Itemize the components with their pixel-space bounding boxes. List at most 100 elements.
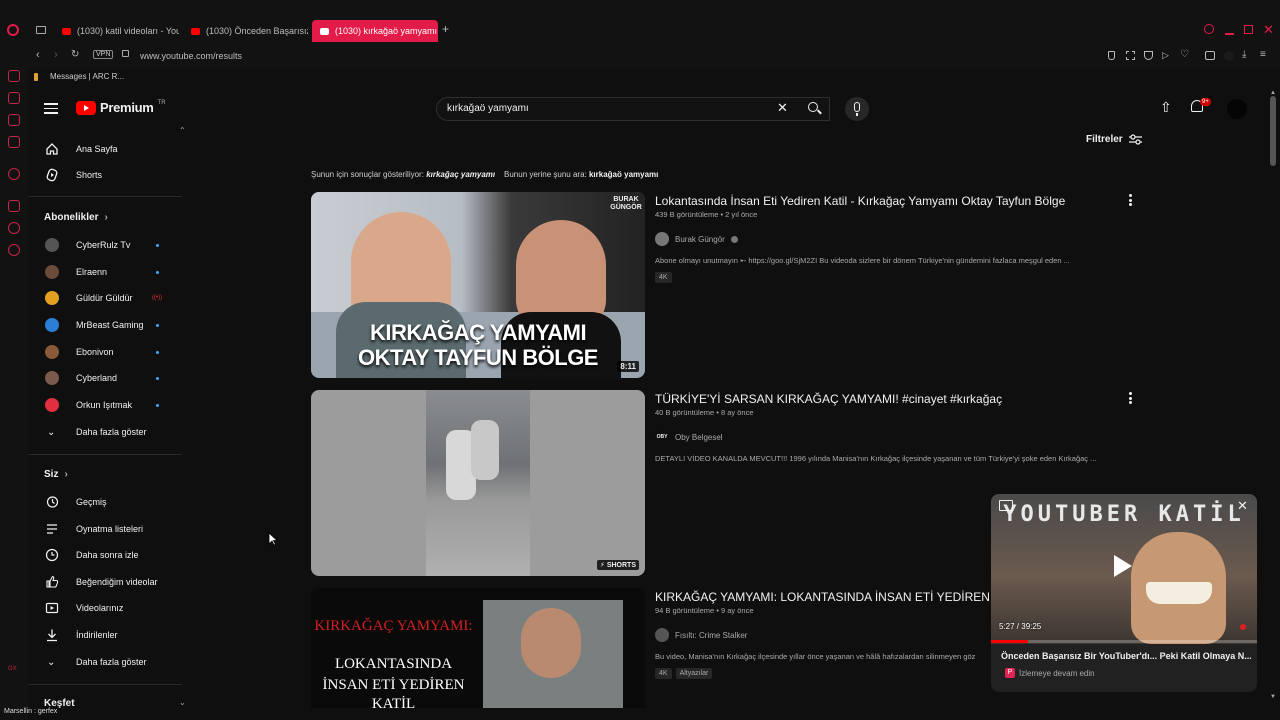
lock-icon[interactable] bbox=[122, 50, 129, 57]
video-thumbnail[interactable]: KIRKAĞAÇ YAMYAMI: LOKANTASINDA İNSAN ETİ… bbox=[311, 588, 645, 708]
forward-icon[interactable]: › bbox=[54, 49, 58, 61]
video-title[interactable]: Lokantasında İnsan Eti Yediren Katil - K… bbox=[655, 194, 1065, 208]
search-tabs-icon[interactable] bbox=[1204, 24, 1214, 34]
sidebar-item-shorts[interactable]: Shorts bbox=[28, 162, 178, 188]
opera-games-icon[interactable] bbox=[8, 114, 20, 126]
player-icon[interactable]: ▷ bbox=[1162, 50, 1169, 61]
subscriptions-heading-label: Abonelikler bbox=[44, 212, 99, 223]
tab-kirkagao-yamyami[interactable]: (1030) kırkağaö yamyamı bbox=[312, 20, 438, 42]
easy-setup-icon[interactable]: ≡ bbox=[1260, 49, 1266, 60]
continue-watching[interactable]: P İzlemeye devam edin bbox=[1005, 668, 1095, 678]
sidebar-sub-cyberland[interactable]: Cyberland bbox=[28, 365, 178, 391]
search-button[interactable] bbox=[800, 97, 830, 121]
play-icon[interactable] bbox=[1114, 555, 1132, 577]
sidebar-item-your-videos[interactable]: Videolarınız bbox=[28, 595, 178, 621]
live-indicator-icon: ((•)) bbox=[152, 295, 163, 301]
subscriptions-heading[interactable]: Abonelikler › bbox=[44, 212, 108, 223]
channel-link[interactable]: Fısıltı: Crime Stalker bbox=[655, 628, 747, 642]
sidebar-item-playlists[interactable]: Oynatma listeleri bbox=[28, 516, 178, 542]
sidebar-label: Daha fazla göster bbox=[76, 657, 147, 667]
spelling-correction: Şunun için sonuçlar gösteriliyor: kırkağ… bbox=[311, 170, 658, 179]
sidebar-label: Elraenn bbox=[76, 267, 108, 277]
maximize-icon[interactable] bbox=[1244, 25, 1253, 34]
sidebar-item-downloads[interactable]: İndirilenler bbox=[28, 622, 178, 648]
minimize-icon[interactable] bbox=[1225, 33, 1234, 35]
opera-home-icon[interactable] bbox=[8, 70, 20, 82]
more-actions-icon[interactable] bbox=[1129, 392, 1133, 404]
new-tab-icon[interactable]: + bbox=[442, 22, 449, 36]
hamburger-menu-icon[interactable] bbox=[44, 103, 58, 114]
opera-news-icon[interactable] bbox=[8, 136, 20, 148]
sidebar-label: Ana Sayfa bbox=[76, 144, 118, 154]
voice-search-button[interactable] bbox=[845, 97, 869, 121]
tab-onceden-basarisiz[interactable]: (1030) Önceden Başarısız bbox=[183, 20, 308, 42]
account-avatar[interactable] bbox=[1227, 99, 1247, 119]
opera-settings-icon[interactable] bbox=[8, 244, 20, 256]
sidebar-item-liked-videos[interactable]: Beğendiğim videolar bbox=[28, 569, 178, 595]
sidebar-item-watch-later[interactable]: Daha sonra izle bbox=[28, 542, 178, 568]
channel-link[interactable]: OBY Oby Belgesel bbox=[655, 430, 723, 444]
back-icon[interactable]: ‹ bbox=[36, 49, 40, 61]
scroll-up-arrow-icon[interactable]: ▲ bbox=[1270, 90, 1276, 96]
clear-search-icon[interactable]: ✕ bbox=[777, 100, 788, 116]
opera-apps-icon[interactable] bbox=[8, 200, 20, 212]
url-text[interactable]: www.youtube.com/results bbox=[140, 51, 242, 61]
thumbnail-text-4: KATİL bbox=[371, 696, 416, 708]
show-more-you[interactable]: ⌄ Daha fazla göster bbox=[28, 649, 178, 675]
scroll-down-icon[interactable]: ⌄ bbox=[179, 698, 186, 707]
filters-button[interactable]: Filtreler bbox=[1086, 134, 1142, 145]
sidebar-item-history[interactable]: Geçmiş bbox=[28, 489, 178, 515]
shield-icon[interactable] bbox=[1144, 51, 1153, 60]
profile-icon[interactable] bbox=[1224, 51, 1234, 61]
miniplayer[interactable]: YOUTUBER KATİL ✕ 5:27 / 39:25 Önceden Ba… bbox=[991, 494, 1257, 692]
original-query-link[interactable]: kırkağaö yamyamı bbox=[589, 170, 658, 179]
heart-icon[interactable]: ♡ bbox=[1180, 49, 1189, 60]
opera-messenger-icon[interactable] bbox=[8, 92, 20, 104]
bookmark-icon[interactable] bbox=[1108, 51, 1115, 60]
shorts-badge: ⚡ SHORTS bbox=[596, 560, 639, 570]
opera-history-icon[interactable] bbox=[8, 168, 20, 180]
close-window-icon[interactable]: ✕ bbox=[1263, 22, 1274, 38]
sidebar-sub-guldur-guldur[interactable]: Güldür Güldür ((•)) bbox=[28, 285, 178, 311]
snapshot-icon[interactable] bbox=[1126, 51, 1135, 60]
sidebar-sub-orkun-isitmak[interactable]: Orkun Işıtmak bbox=[28, 392, 178, 418]
sidebar-sub-elraenn[interactable]: Elraenn bbox=[28, 259, 178, 285]
miniplayer-title[interactable]: Önceden Başarısız Bir YouTuber'dı... Pek… bbox=[1001, 651, 1251, 661]
avatar bbox=[45, 318, 59, 332]
tab-label: (1030) kırkağaö yamyamı bbox=[335, 26, 438, 36]
vpn-badge[interactable]: VPN bbox=[93, 50, 114, 59]
sidebar-sub-cyberrulz[interactable]: CyberRulz Tv bbox=[28, 232, 178, 258]
shorts-label: SHORTS bbox=[606, 561, 636, 569]
opera-gx-icon[interactable]: GX bbox=[8, 666, 17, 672]
opera-clock-icon[interactable] bbox=[8, 222, 20, 234]
reload-icon[interactable]: ↻ bbox=[71, 49, 79, 60]
close-miniplayer-icon[interactable]: ✕ bbox=[1237, 498, 1248, 514]
video-result[interactable]: BURAK GÜNGÖR KIRKAĞAÇ YAMYAMI OKTAY TAYF… bbox=[311, 192, 1141, 378]
video-title[interactable]: KIRKAĞAÇ YAMYAMI: LOKANTASINDA İNSAN ETİ… bbox=[655, 590, 990, 604]
tab-katil-videolari[interactable]: (1030) katil videoları - You bbox=[54, 20, 179, 42]
filters-label: Filtreler bbox=[1086, 134, 1123, 145]
corrected-query-link[interactable]: kırkağaç yamyamı bbox=[426, 170, 495, 179]
video-title[interactable]: TÜRKİYE'Yİ SARSAN KIRKAĞAÇ YAMYAMI! #cin… bbox=[655, 392, 1002, 406]
channel-link[interactable]: Burak Güngör bbox=[655, 232, 738, 246]
sidebar-item-home[interactable]: Ana Sayfa bbox=[28, 136, 178, 162]
page-scrollbar[interactable] bbox=[1270, 96, 1276, 166]
sidebar-sub-mrbeast-gaming[interactable]: MrBeast Gaming bbox=[28, 312, 178, 338]
miniplayer-video[interactable]: YOUTUBER KATİL ✕ 5:27 / 39:25 bbox=[991, 494, 1257, 644]
sidebar-sub-ebonivon[interactable]: Ebonivon bbox=[28, 339, 178, 365]
extensions-icon[interactable] bbox=[1205, 51, 1215, 60]
expand-miniplayer-icon[interactable] bbox=[999, 500, 1013, 511]
show-more-subscriptions[interactable]: ⌄ Daha fazla göster bbox=[28, 419, 178, 445]
create-upload-icon[interactable]: ⇧ bbox=[1160, 99, 1172, 116]
youtube-logo[interactable]: Premium TR bbox=[76, 100, 166, 115]
download-icon[interactable]: ⤓ bbox=[1242, 49, 1246, 60]
search-input[interactable]: kırkağaö yamyamı bbox=[436, 97, 830, 121]
scroll-down-arrow-icon[interactable]: ▼ bbox=[1270, 694, 1276, 700]
scroll-up-icon[interactable]: ⌃ bbox=[179, 126, 186, 135]
you-heading[interactable]: Siz › bbox=[44, 469, 68, 480]
progress-track[interactable] bbox=[991, 640, 1257, 643]
video-thumbnail[interactable]: BURAK GÜNGÖR KIRKAĞAÇ YAMYAMI OKTAY TAYF… bbox=[311, 192, 645, 378]
more-actions-icon[interactable] bbox=[1129, 194, 1133, 206]
video-thumbnail[interactable]: ⚡ SHORTS bbox=[311, 390, 645, 576]
bookmark-messages-arc[interactable]: Messages | ARC R... bbox=[50, 72, 124, 81]
